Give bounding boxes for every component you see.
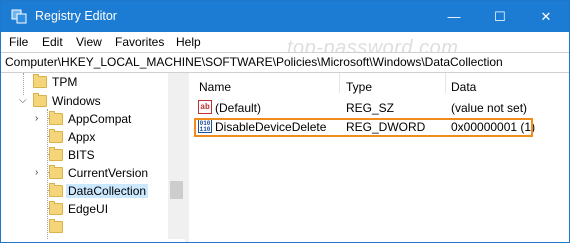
close-icon: ✕	[540, 8, 552, 24]
minimize-button[interactable]: —	[431, 1, 477, 32]
column-divider[interactable]	[339, 73, 340, 93]
tree-item-edgeui[interactable]: EdgeUI	[49, 200, 108, 218]
pane-splitter[interactable]	[185, 73, 189, 242]
column-header-name[interactable]: Name	[199, 80, 231, 94]
column-header-data[interactable]: Data	[451, 80, 476, 94]
chevron-right-icon[interactable]: ›	[35, 167, 38, 178]
tree-item-partial[interactable]	[49, 218, 68, 236]
maximize-button[interactable]: ☐	[477, 1, 523, 32]
value-row-default[interactable]: ab (Default) REG_SZ (value not set)	[191, 99, 567, 117]
tree-item-appcompat[interactable]: › AppCompat	[35, 110, 132, 128]
folder-icon	[49, 183, 63, 197]
tree-item-label: TPM	[52, 75, 78, 89]
folder-icon	[49, 219, 63, 233]
registry-editor-icon	[11, 9, 27, 24]
tree-item-label: CurrentVersion	[68, 166, 149, 180]
tree-item-label: EdgeUI	[68, 202, 109, 216]
tree-item-currentversion[interactable]: › CurrentVersion	[35, 164, 149, 182]
value-data: (value not set)	[451, 101, 528, 115]
tree-item-datacollection[interactable]: DataCollection	[49, 182, 149, 200]
window-title: Registry Editor	[35, 9, 117, 23]
registry-editor-window: Registry Editor — ☐ ✕ File Edit View Fav…	[0, 0, 570, 243]
tree-item-windows[interactable]: Windows	[33, 92, 101, 110]
menu-view[interactable]: View	[76, 35, 102, 49]
address-bar[interactable]: Computer\HKEY_LOCAL_MACHINE\SOFTWARE\Pol…	[1, 52, 569, 73]
key-tree[interactable]: TPM ⌵ Windows › AppCompat Appx BITS › Cu…	[1, 73, 185, 239]
tree-item-tpm[interactable]: TPM	[33, 73, 77, 91]
tree-scrollbar[interactable]	[168, 73, 185, 239]
value-type: REG_SZ	[346, 101, 395, 115]
tree-item-bits[interactable]: BITS	[49, 146, 95, 164]
tree-item-label: BITS	[68, 148, 95, 162]
title-bar[interactable]: Registry Editor — ☐ ✕	[1, 1, 569, 32]
tree-connector	[47, 109, 48, 239]
folder-icon	[49, 165, 63, 179]
menu-favorites[interactable]: Favorites	[115, 35, 164, 49]
minimize-icon: —	[447, 9, 461, 24]
tree-item-label: DataCollection	[66, 184, 149, 198]
close-button[interactable]: ✕	[523, 1, 569, 32]
menu-edit[interactable]: Edit	[42, 35, 63, 49]
tree-item-appx[interactable]: Appx	[49, 128, 95, 146]
tree-item-label: Windows	[52, 94, 101, 108]
maximize-icon: ☐	[494, 8, 506, 24]
folder-icon	[49, 129, 63, 143]
column-header-type[interactable]: Type	[346, 80, 372, 94]
address-path[interactable]: Computer\HKEY_LOCAL_MACHINE\SOFTWARE\Pol…	[5, 55, 503, 69]
highlight-box	[194, 118, 533, 137]
folder-icon	[33, 74, 47, 88]
folder-icon	[49, 111, 63, 125]
folder-icon	[49, 147, 63, 161]
chevron-right-icon[interactable]: ›	[35, 113, 38, 124]
tree-item-label: Appx	[68, 130, 96, 144]
folder-icon	[49, 201, 63, 215]
string-value-icon: ab	[198, 100, 212, 114]
folder-icon	[33, 93, 47, 107]
menu-bar: File Edit View Favorites Help	[1, 32, 569, 52]
menu-help[interactable]: Help	[176, 35, 201, 49]
column-divider[interactable]	[445, 73, 446, 93]
value-name: (Default)	[215, 101, 262, 115]
chevron-down-icon[interactable]: ⌵	[19, 95, 27, 106]
scrollbar-thumb[interactable]	[170, 181, 183, 199]
menu-file[interactable]: File	[9, 35, 28, 49]
tree-connector	[23, 73, 24, 95]
tree-item-label: AppCompat	[68, 112, 132, 126]
